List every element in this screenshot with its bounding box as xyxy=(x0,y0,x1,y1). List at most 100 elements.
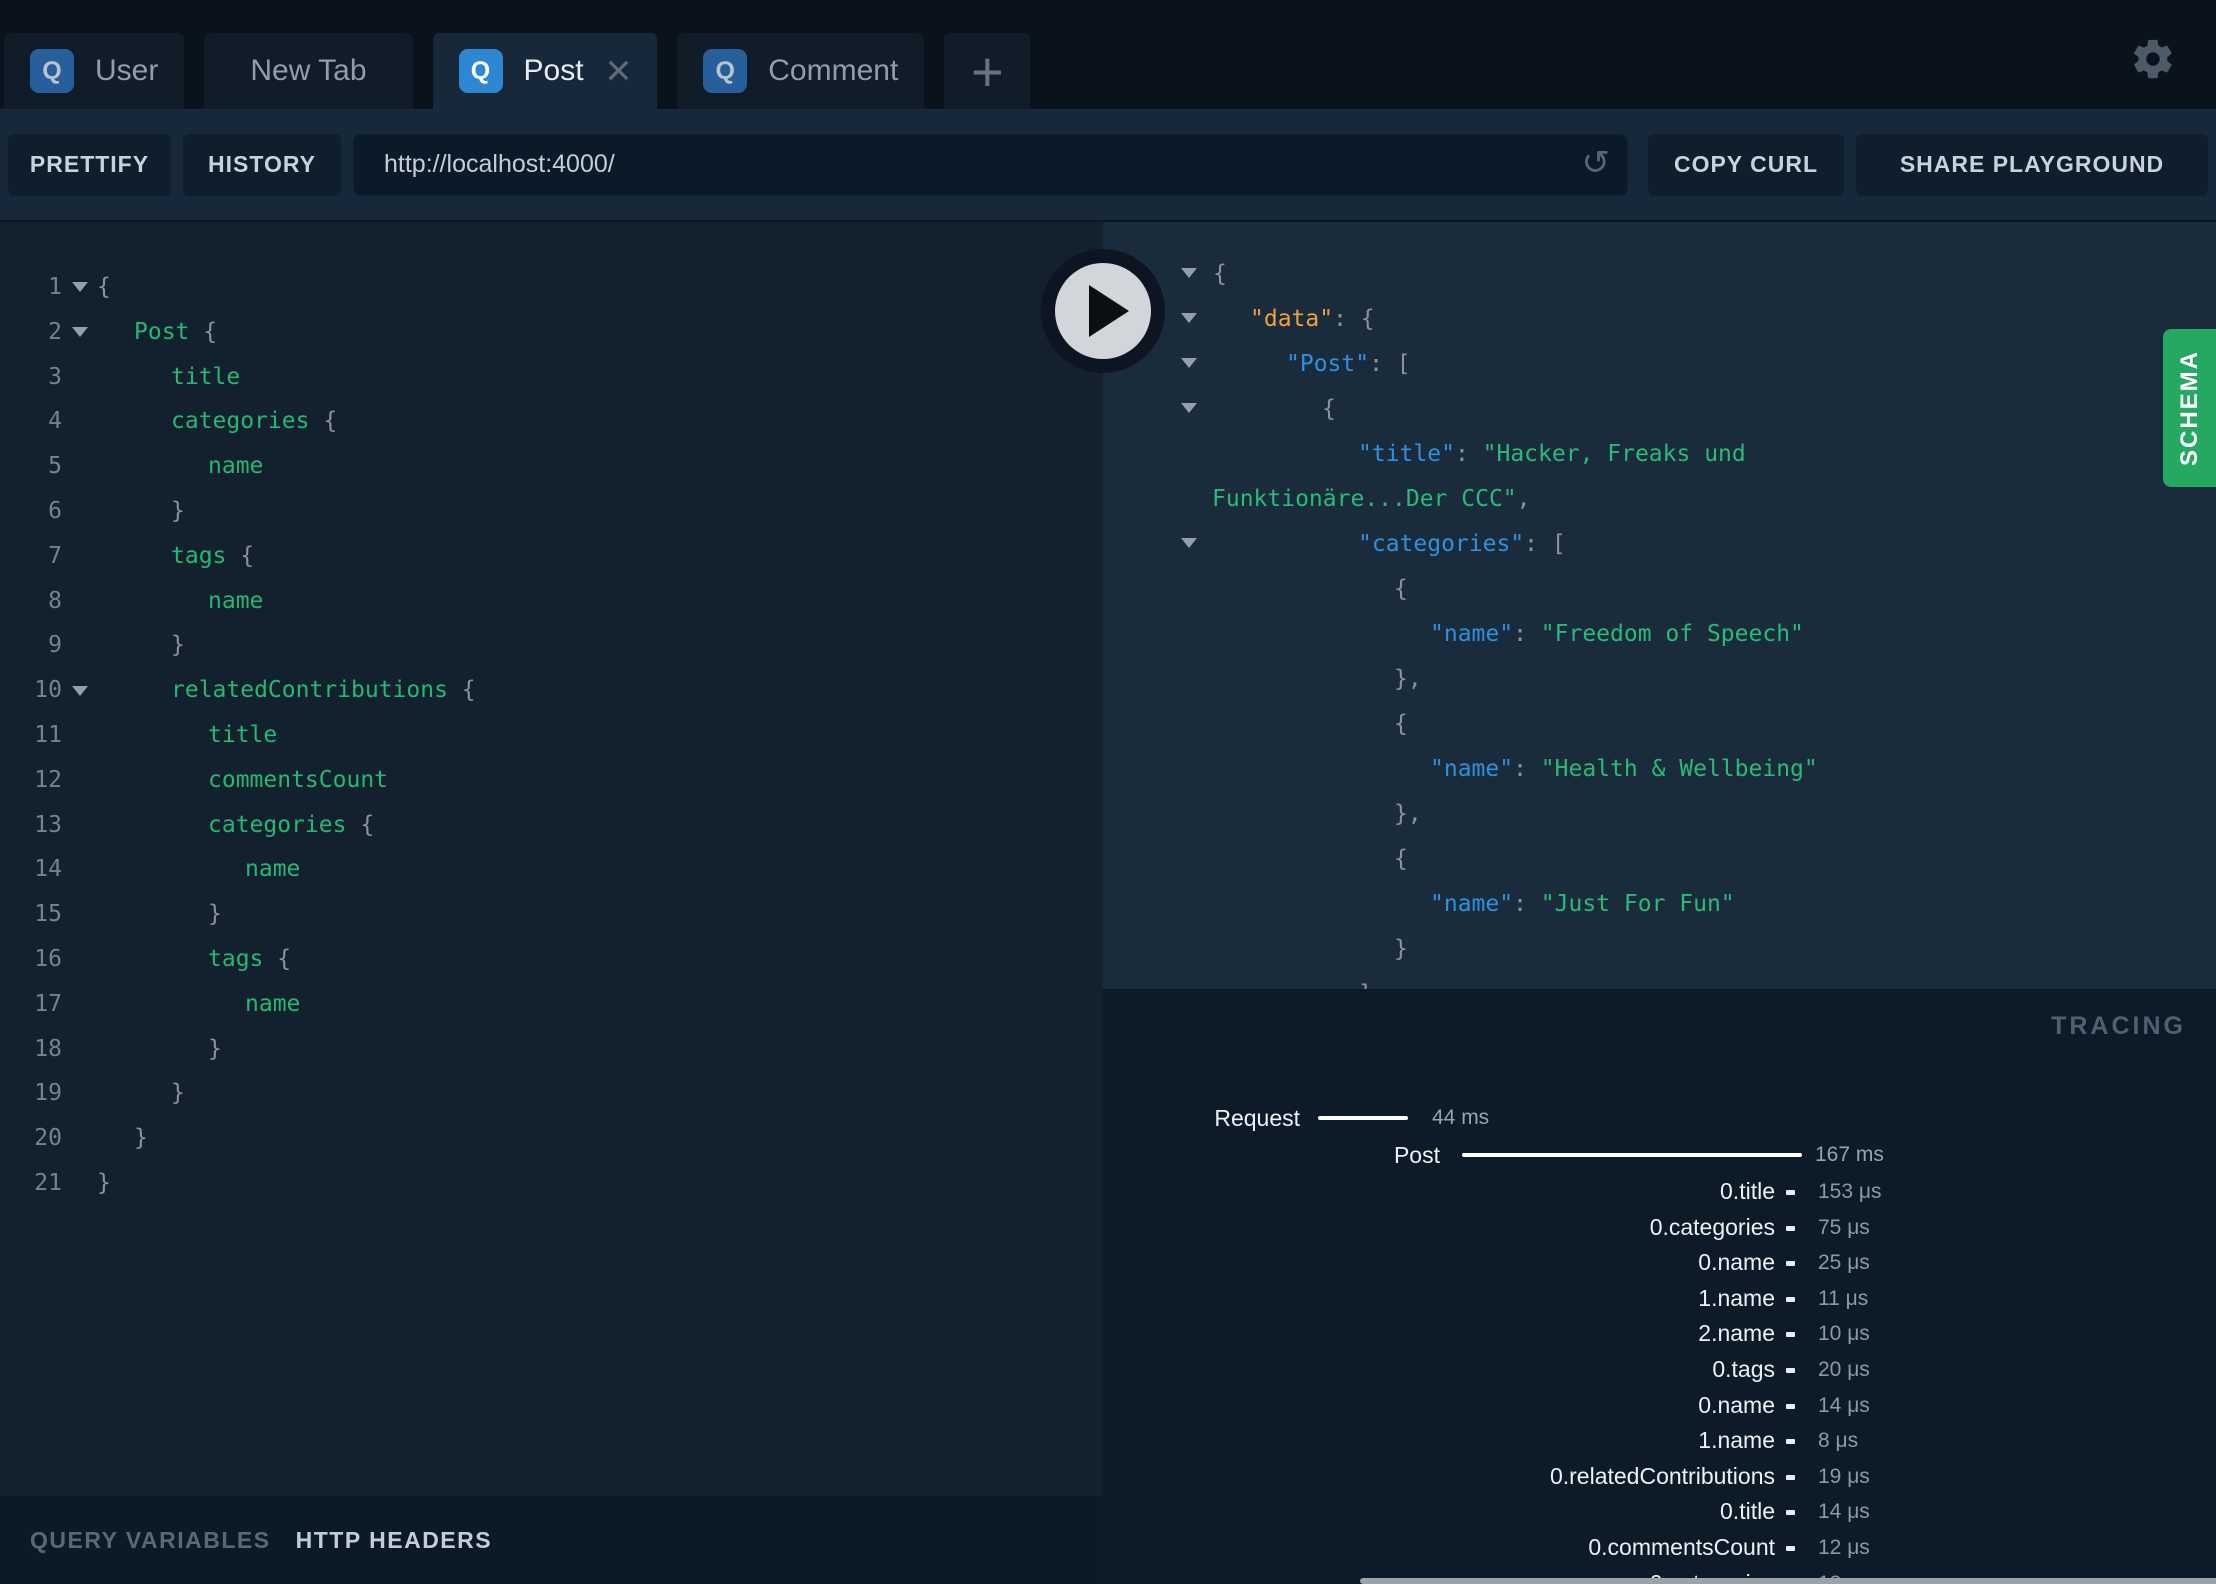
resolver-duration: 14 μs xyxy=(1818,1393,1870,1417)
response-line: "name": "Health & Wellbeing" xyxy=(1103,747,2216,792)
line-number: 3 xyxy=(48,363,62,390)
code-token: commentsCount xyxy=(208,766,389,793)
query-code: tags { xyxy=(97,534,1103,579)
schema-tab-label: SCHEMA xyxy=(2175,349,2203,467)
code-token: "Post" xyxy=(1286,351,1370,377)
fold-gutter xyxy=(62,1071,97,1116)
query-line: 7 tags { xyxy=(0,534,1103,579)
query-code: } xyxy=(97,1161,1103,1206)
query-line: 8 name xyxy=(0,579,1103,624)
tracing-resolver-row: 0.title 14 μs xyxy=(1103,1494,2216,1530)
line-number: 19 xyxy=(34,1080,62,1107)
query-editor[interactable]: 1{2 Post {3 title 4 categories {5 name 6} 7 tags… xyxy=(0,222,1103,1496)
line-number: 12 xyxy=(34,766,62,793)
resolver-dash xyxy=(1786,1510,1795,1516)
line-number: 6 xyxy=(48,497,62,524)
fold-gutter xyxy=(62,758,97,803)
query-line: 14 name xyxy=(0,847,1103,892)
code-token: } xyxy=(208,901,222,928)
query-line: 17 name xyxy=(0,982,1103,1027)
fold-arrow-icon[interactable] xyxy=(62,668,97,713)
code-token: "Freedom of Speech" xyxy=(1540,621,1804,647)
close-tab-icon[interactable]: × xyxy=(606,49,632,93)
copy-curl-button[interactable]: COPY CURL xyxy=(1648,133,1844,196)
play-button-disc xyxy=(1055,263,1151,359)
reload-schema-icon[interactable]: ↺ xyxy=(1582,143,1611,183)
code-token: }, xyxy=(1394,666,1422,692)
resolver-duration: 11 μs xyxy=(1818,1286,1869,1310)
query-line: 3 title xyxy=(0,355,1103,400)
code-token: { xyxy=(240,542,255,569)
line-number: 4 xyxy=(48,408,62,435)
resolver-duration: 20 μs xyxy=(1818,1357,1870,1381)
response-code: }, xyxy=(1103,657,2216,702)
response-code: ] xyxy=(1103,972,2216,989)
resolver-duration: 8 μs xyxy=(1818,1429,1859,1453)
tab-post[interactable]: Q Post × xyxy=(432,33,658,109)
code-token: "name" xyxy=(1430,756,1514,782)
response-line: }, xyxy=(1103,792,2216,837)
query-line: 21} xyxy=(0,1161,1103,1206)
query-line: 11 title xyxy=(0,713,1103,758)
query-variables-tab[interactable]: QUERY VARIABLES xyxy=(30,1527,271,1554)
query-line: 4 categories { xyxy=(0,399,1103,444)
tab-new-tab[interactable]: New Tab xyxy=(204,33,413,109)
response-code: { xyxy=(1103,252,2216,297)
line-number: 14 xyxy=(34,856,62,883)
response-code: "name": "Health & Wellbeing" xyxy=(1103,747,2216,792)
query-line: 6} xyxy=(0,489,1103,534)
code-token: [ xyxy=(1551,531,1566,557)
fold-gutter xyxy=(62,399,97,444)
resolver-path: 2.name xyxy=(1698,1320,1775,1347)
tracing-resolver-rows: 0.title 153 μs 0.categories 75 μs 0.name 25 μ… xyxy=(1103,1174,2216,1584)
tracing-span-label: Post xyxy=(1393,1141,1440,1168)
fold-gutter xyxy=(62,847,97,892)
code-token: title xyxy=(171,363,241,390)
fold-gutter xyxy=(62,1116,97,1161)
resolver-dash xyxy=(1786,1225,1795,1231)
tracing-resolver-row: 1.name 8 μs xyxy=(1103,1423,2216,1459)
response-line: "categories": [ xyxy=(1103,522,2216,574)
endpoint-url-input[interactable] xyxy=(353,133,1628,196)
code-token: { xyxy=(461,677,476,704)
tracing-spans: Request 44 ms Post 167 ms xyxy=(1103,1100,2216,1173)
schema-sidebar-tab[interactable]: SCHEMA xyxy=(2163,329,2216,487)
query-line: 18} xyxy=(0,1027,1103,1072)
query-line: 12 commentsCount xyxy=(0,758,1103,803)
execute-query-button[interactable] xyxy=(1041,249,1165,373)
history-button[interactable]: HISTORY xyxy=(183,133,341,196)
code-token: Post xyxy=(134,318,204,345)
query-code: Post { xyxy=(97,310,1103,355)
tab-user[interactable]: Q User xyxy=(4,33,185,109)
resolver-duration: 19 μs xyxy=(1818,1464,1870,1488)
response-line: "data": { xyxy=(1103,297,2216,349)
fold-arrow-icon[interactable] xyxy=(62,265,97,310)
tracing-resolver-row: 2.name 10 μs xyxy=(1103,1316,2216,1352)
response-line: "name": "Freedom of Speech" xyxy=(1103,612,2216,657)
code-token: { xyxy=(97,274,111,300)
tab-comment[interactable]: Q Comment xyxy=(677,33,925,109)
tracing-resolver-row: 0.tags 20 μs xyxy=(1103,1352,2216,1388)
tracing-horizontal-scrollbar[interactable] xyxy=(1360,1578,2216,1584)
code-token: { xyxy=(1394,846,1408,872)
settings-gear-icon[interactable] xyxy=(2130,36,2176,82)
resolver-dash xyxy=(1786,1439,1795,1445)
response-code: Funktionäre...Der CCC", xyxy=(1103,477,2216,522)
fold-arrow-icon[interactable] xyxy=(62,310,97,355)
code-token: "data" xyxy=(1250,306,1334,332)
tab-label: New Tab xyxy=(250,54,367,87)
tab-label: Comment xyxy=(768,54,899,87)
resolver-duration: 14 μs xyxy=(1818,1500,1870,1524)
query-line: 13 categories { xyxy=(0,803,1103,848)
tracing-span-bar xyxy=(1318,1116,1408,1120)
prettify-button[interactable]: PRETTIFY xyxy=(8,133,171,196)
share-playground-button[interactable]: SHARE PLAYGROUND xyxy=(1856,133,2208,196)
response-line: Funktionäre...Der CCC", xyxy=(1103,477,2216,522)
response-line: { xyxy=(1103,567,2216,612)
http-headers-tab[interactable]: HTTP HEADERS xyxy=(296,1527,493,1554)
resolver-dash xyxy=(1786,1474,1795,1480)
new-tab-button[interactable]: + xyxy=(944,33,1031,109)
tracing-span-duration: 167 ms xyxy=(1815,1142,1884,1166)
response-code: { xyxy=(1103,702,2216,747)
fold-gutter xyxy=(62,1027,97,1072)
